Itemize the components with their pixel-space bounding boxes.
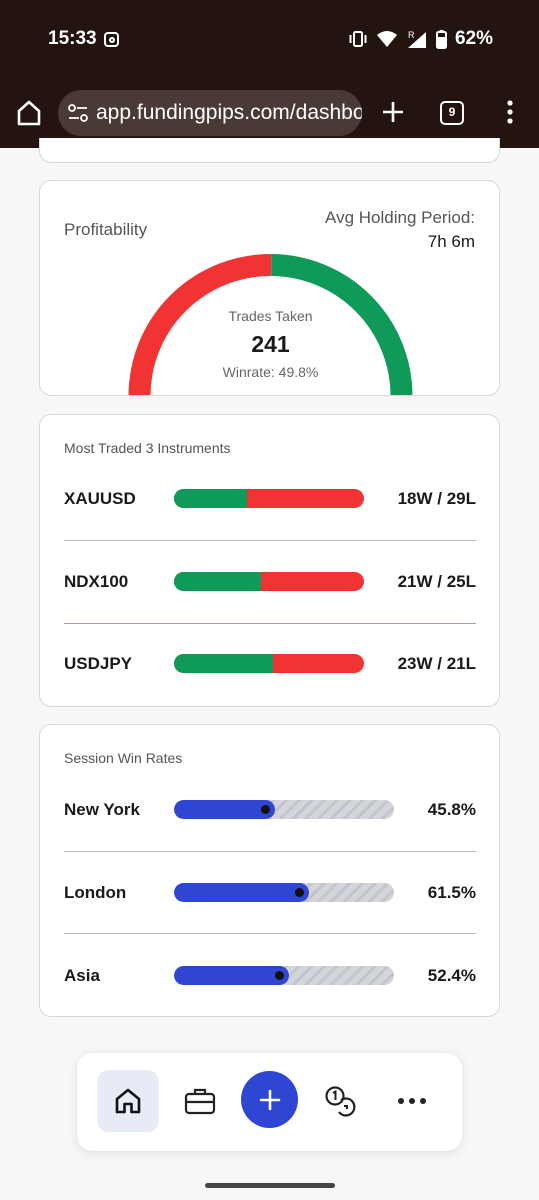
home-icon bbox=[115, 1088, 141, 1114]
divider bbox=[64, 623, 476, 624]
trades-taken-label: Trades Taken bbox=[228, 308, 313, 324]
session-progress-fill bbox=[174, 966, 290, 985]
bottom-navigation bbox=[77, 1053, 462, 1151]
session-rate: 52.4% bbox=[427, 966, 476, 985]
session-progress-track bbox=[174, 800, 394, 819]
nav-add-button[interactable] bbox=[241, 1071, 298, 1128]
session-row[interactable]: London 61.5% bbox=[64, 883, 476, 903]
previous-card bbox=[39, 138, 500, 163]
browser-menu-icon[interactable] bbox=[502, 100, 518, 124]
nav-accounts-button[interactable] bbox=[169, 1070, 231, 1132]
avg-holding-label: Avg Holding Period: bbox=[325, 208, 475, 227]
divider bbox=[64, 933, 476, 934]
session-rate: 45.8% bbox=[427, 800, 476, 819]
signal-icon: R bbox=[407, 30, 426, 48]
site-settings-icon[interactable] bbox=[68, 104, 88, 122]
session-name: London bbox=[64, 883, 127, 902]
session-progress-marker bbox=[260, 805, 270, 814]
svg-text:R: R bbox=[408, 30, 415, 40]
url-text: app.fundingpips.com/dashboard bbox=[96, 101, 362, 124]
browser-chrome: 15:33 R 62% app.fundingpips.com/dashbo 9 bbox=[0, 0, 539, 148]
win-loss-bar bbox=[174, 654, 364, 673]
profitability-label: Profitability bbox=[64, 220, 148, 239]
status-time: 15:33 bbox=[48, 28, 97, 49]
session-row[interactable]: Asia 52.4% bbox=[64, 966, 476, 986]
instrument-name: NDX100 bbox=[64, 572, 129, 591]
divider bbox=[64, 851, 476, 852]
session-progress-fill bbox=[174, 883, 310, 902]
session-progress-fill bbox=[174, 800, 275, 819]
more-horizontal-icon bbox=[398, 1098, 426, 1104]
instrument-record: 21W / 25L bbox=[397, 572, 476, 591]
win-segment bbox=[174, 489, 247, 508]
divider bbox=[64, 540, 476, 541]
instrument-name: XAUUSD bbox=[64, 489, 136, 508]
briefcase-icon bbox=[184, 1088, 216, 1115]
winrate-text: Winrate: 49.8% bbox=[222, 364, 319, 380]
win-segment bbox=[174, 654, 274, 673]
vibrate-icon bbox=[349, 31, 367, 47]
session-name: Asia bbox=[64, 966, 100, 985]
session-win-rates-card: Session Win Rates New York 45.8% London … bbox=[39, 724, 500, 1017]
instruments-title: Most Traded 3 Instruments bbox=[64, 440, 231, 456]
win-loss-bar bbox=[174, 489, 364, 508]
wifi-icon bbox=[376, 31, 397, 47]
instrument-name: USDJPY bbox=[64, 654, 133, 673]
win-loss-bar bbox=[174, 572, 364, 591]
instrument-row[interactable]: NDX100 21W / 25L bbox=[64, 572, 476, 592]
instrument-row[interactable]: XAUUSD 18W / 29L bbox=[64, 489, 476, 509]
browser-toolbar: app.fundingpips.com/dashboard 9 bbox=[0, 88, 539, 140]
plus-icon bbox=[259, 1089, 280, 1110]
tab-switcher-button[interactable]: 9 bbox=[440, 101, 464, 125]
instagram-icon bbox=[104, 32, 119, 47]
win-segment bbox=[174, 572, 261, 591]
nav-more-button[interactable] bbox=[381, 1070, 443, 1132]
trades-taken-count: 241 bbox=[251, 331, 290, 357]
instrument-row[interactable]: USDJPY 23W / 21L bbox=[64, 654, 476, 674]
session-name: New York bbox=[64, 800, 140, 819]
session-progress-track bbox=[174, 966, 394, 985]
sessions-title: Session Win Rates bbox=[64, 750, 183, 766]
instrument-record: 23W / 21L bbox=[397, 654, 476, 673]
session-rate: 61.5% bbox=[427, 883, 476, 902]
nav-home-button[interactable] bbox=[97, 1070, 159, 1132]
battery-percentage: 62% bbox=[454, 28, 493, 49]
profitability-card: Profitability Avg Holding Period: 7h 6m … bbox=[39, 180, 500, 396]
address-bar[interactable]: app.fundingpips.com/dashboard bbox=[58, 90, 362, 136]
instruments-card: Most Traded 3 Instruments XAUUSD 18W / 2… bbox=[39, 414, 500, 707]
nav-payouts-button[interactable] bbox=[309, 1070, 371, 1132]
battery-icon bbox=[435, 29, 447, 49]
avg-holding-value: 7h 6m bbox=[427, 232, 475, 251]
session-row[interactable]: New York 45.8% bbox=[64, 800, 476, 820]
instrument-record: 18W / 29L bbox=[397, 489, 476, 508]
new-tab-icon[interactable] bbox=[381, 100, 405, 124]
coins-icon bbox=[325, 1086, 356, 1117]
browser-home-icon[interactable] bbox=[14, 98, 44, 128]
gesture-home-indicator bbox=[205, 1183, 335, 1188]
session-progress-track bbox=[174, 883, 394, 902]
status-icons: R 62% bbox=[348, 28, 493, 50]
